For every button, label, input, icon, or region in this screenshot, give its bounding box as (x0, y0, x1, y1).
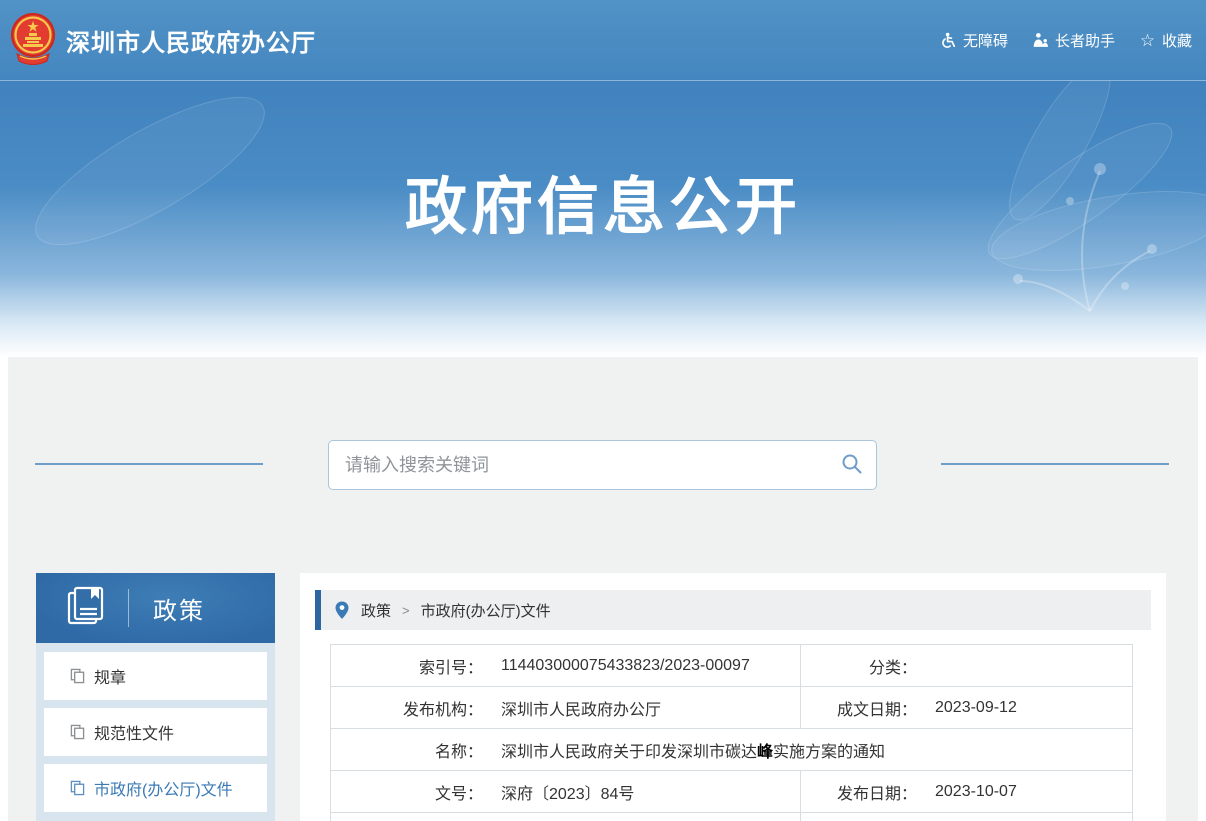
breadcrumb-item-current[interactable]: 市政府(办公厅)文件 (421, 600, 551, 621)
cell-empty (331, 813, 801, 821)
document-icon (70, 780, 85, 796)
table-row-index: 索引号： 114403000075433823/2023-00097 分类： (331, 645, 1132, 687)
sidebar-title: 政策 (153, 591, 205, 626)
star-icon: ☆ (1139, 32, 1156, 49)
sidebar-item-label: 规章 (94, 664, 126, 688)
search-input[interactable] (329, 441, 828, 489)
sidebar-header-divider (128, 589, 129, 627)
document-info-table: 索引号： 114403000075433823/2023-00097 分类： 发… (330, 644, 1133, 821)
field-value: 114403000075433823/2023-00097 (483, 657, 750, 675)
cell-document-name: 名称： 深圳市人民政府关于印发深圳市碳达峰实施方案的通知 (331, 729, 1132, 770)
field-value: 深府〔2023〕84号 (483, 780, 634, 804)
favorite-link-label: 收藏 (1162, 30, 1192, 51)
cell-document-number: 文号： 深府〔2023〕84号 (331, 771, 801, 812)
sidebar-item-regulations[interactable]: 规章 (44, 652, 267, 700)
sidebar: 政策 规章 规范性文件 (36, 573, 275, 821)
page: 深圳市人民政府办公厅 无障碍 (0, 0, 1206, 821)
document-icon (70, 668, 85, 684)
sidebar-item-municipal-gov-documents[interactable]: 市政府(办公厅)文件 (44, 764, 267, 812)
doc-name-highlight: 峰 (757, 744, 773, 761)
cell-date-written: 成文日期： 2023-09-12 (801, 687, 1132, 728)
field-value: 深圳市人民政府办公厅 (483, 696, 661, 720)
field-value: 深圳市人民政府关于印发深圳市碳达峰实施方案的通知 (483, 738, 885, 762)
field-label: 文号： (331, 780, 483, 804)
elder-helper-link-label: 长者助手 (1055, 30, 1115, 51)
policy-book-icon (64, 584, 108, 633)
field-label: 发布机构： (331, 696, 483, 720)
search-box (328, 440, 877, 490)
sidebar-menu: 规章 规范性文件 市政府(办公厅)文件 (36, 643, 275, 812)
doc-name-pre: 深圳市人民政府关于印发深圳市碳达 (501, 744, 757, 761)
field-value: 2023-09-12 (917, 699, 1017, 717)
breadcrumb-separator: > (402, 603, 410, 618)
field-label: 名称： (331, 738, 483, 762)
document-icon (70, 724, 85, 740)
accessibility-icon (940, 32, 957, 49)
field-label: 分类： (801, 654, 917, 678)
search-button[interactable] (828, 441, 876, 489)
cell-issuing-agency: 发布机构： 深圳市人民政府办公厅 (331, 687, 801, 728)
field-label: 发布日期： (801, 780, 917, 804)
search-icon (841, 453, 863, 478)
national-emblem-logo (10, 9, 56, 71)
table-row-title: 名称： 深圳市人民政府关于印发深圳市碳达峰实施方案的通知 (331, 729, 1132, 771)
breadcrumb: 政策 > 市政府(办公厅)文件 (315, 590, 1151, 630)
favorite-link[interactable]: ☆ 收藏 (1139, 30, 1192, 51)
table-row-doc-number: 文号： 深府〔2023〕84号 发布日期： 2023-10-07 (331, 771, 1132, 813)
top-utility-links: 无障碍 长者助手 ☆ 收藏 (940, 30, 1192, 51)
accessibility-link[interactable]: 无障碍 (940, 30, 1008, 51)
sidebar-item-normative-documents[interactable]: 规范性文件 (44, 708, 267, 756)
elder-helper-icon (1032, 32, 1049, 49)
sidebar-item-label: 市政府(办公厅)文件 (94, 776, 233, 800)
cell-category: 分类： (801, 645, 1132, 686)
field-value: 2023-10-07 (917, 783, 1017, 801)
main-panel: 政策 > 市政府(办公厅)文件 索引号： 114403000075433823/… (300, 573, 1166, 821)
location-pin-icon (335, 601, 349, 620)
sidebar-header: 政策 (36, 573, 275, 643)
page-title: 政府信息公开 (405, 156, 801, 246)
cell-date-published: 发布日期： 2023-10-07 (801, 771, 1132, 812)
breadcrumb-item-policy[interactable]: 政策 (361, 600, 391, 621)
banner: 政府信息公开 (0, 81, 1206, 357)
table-row-partial (331, 813, 1132, 821)
site-title: 深圳市人民政府办公厅 (66, 23, 316, 58)
table-row-agency: 发布机构： 深圳市人民政府办公厅 成文日期： 2023-09-12 (331, 687, 1132, 729)
left-divider-line (35, 463, 263, 465)
cell-index-number: 索引号： 114403000075433823/2023-00097 (331, 645, 801, 686)
sidebar-item-label: 规范性文件 (94, 720, 174, 744)
cell-empty (801, 813, 1132, 821)
right-divider-line (941, 463, 1169, 465)
field-label: 成文日期： (801, 696, 917, 720)
elder-helper-link[interactable]: 长者助手 (1032, 30, 1115, 51)
field-label: 索引号： (331, 654, 483, 678)
top-header: 深圳市人民政府办公厅 无障碍 (0, 0, 1206, 81)
doc-name-post: 实施方案的通知 (773, 744, 885, 761)
accessibility-link-label: 无障碍 (963, 30, 1008, 51)
